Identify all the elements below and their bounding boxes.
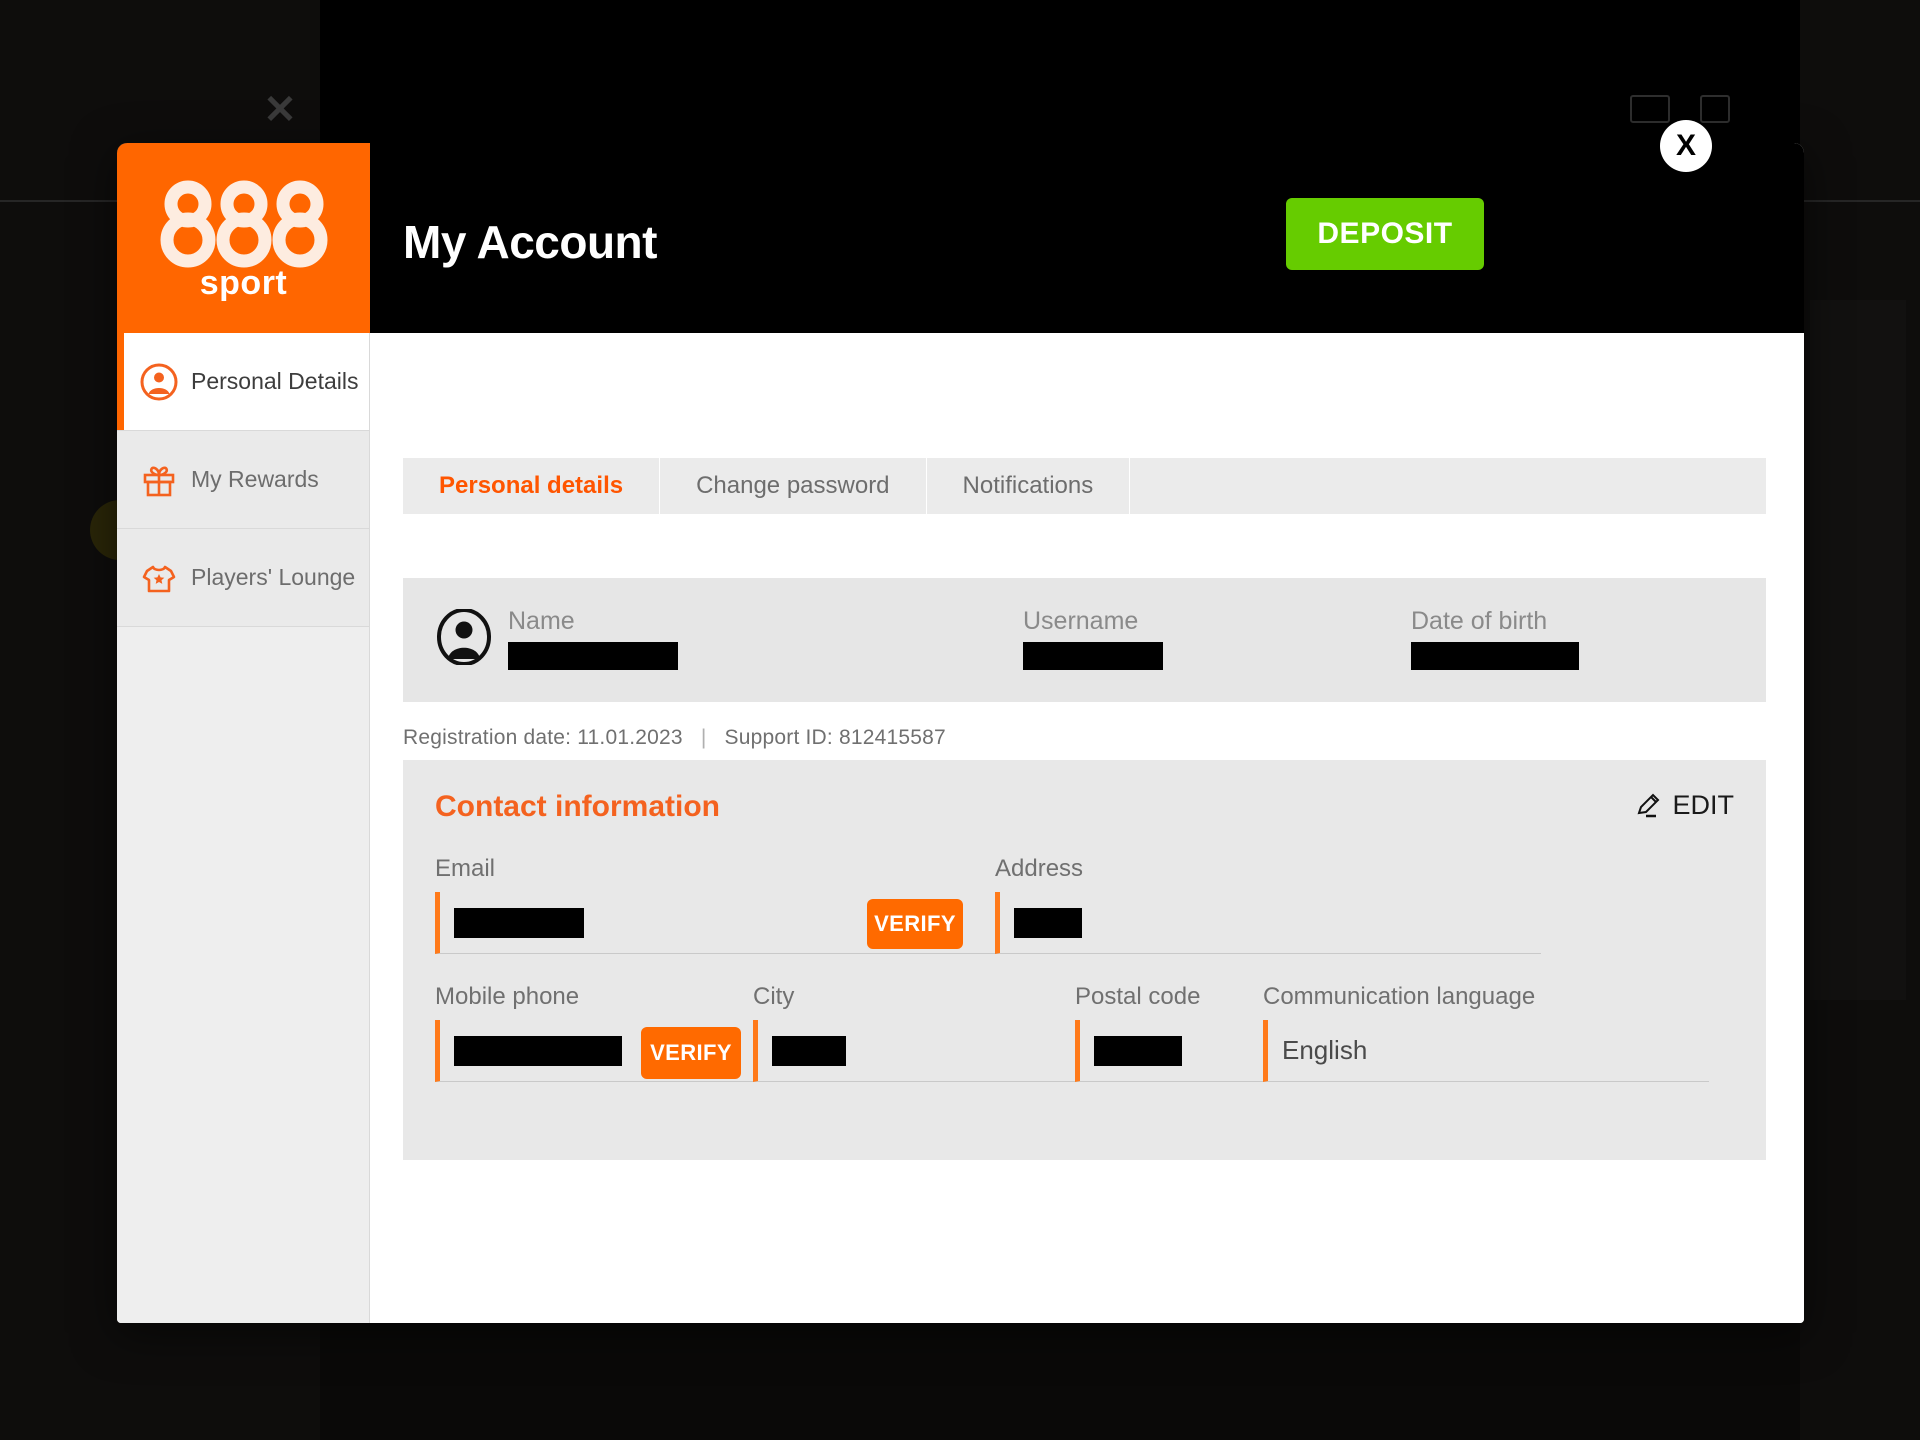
- support-id: Support ID: 812415587: [724, 726, 946, 749]
- field-value-redacted: [454, 907, 584, 938]
- tab-bar: Personal details Change password Notific…: [403, 458, 1766, 514]
- verify-email-button[interactable]: VERIFY: [867, 899, 963, 949]
- tab-bar-filler: [1130, 458, 1766, 514]
- avatar-icon: [437, 609, 491, 665]
- city-input[interactable]: [753, 1020, 1075, 1082]
- field-value: English: [1282, 1035, 1368, 1065]
- sidebar-item-personal-details[interactable]: Personal Details: [117, 333, 369, 431]
- brand-sublabel: sport: [199, 263, 288, 302]
- modal-header: sport My Account DEPOSIT: [117, 143, 1804, 333]
- verify-phone-button[interactable]: VERIFY: [641, 1027, 741, 1079]
- edit-label: EDIT: [1672, 790, 1734, 820]
- profile-field-label: Username: [1023, 607, 1139, 635]
- registration-date: Registration date: 11.01.2023: [403, 726, 683, 749]
- address-input[interactable]: [995, 892, 1541, 954]
- profile-field-value-redacted: [508, 642, 678, 670]
- my-account-modal: sport My Account DEPOSIT Personal Detail…: [117, 143, 1804, 1323]
- jersey-icon: [139, 558, 181, 598]
- registration-info: Registration date: 11.01.2023 | Support …: [403, 726, 946, 750]
- profile-summary-card: Name Username Date of birth: [403, 578, 1766, 702]
- tab-change-password[interactable]: Change password: [660, 458, 927, 514]
- background-right-panel: [1810, 300, 1906, 1000]
- contact-information-card: Contact information EDIT Email VERIFY Ad…: [403, 760, 1766, 1160]
- sidebar-item-label: Players' Lounge: [191, 564, 356, 590]
- background-icon-right: [1700, 95, 1730, 123]
- field-email: Email VERIFY: [435, 855, 995, 954]
- postal-code-input[interactable]: [1075, 1020, 1263, 1082]
- field-value-redacted: [1014, 907, 1082, 938]
- field-value-redacted: [772, 1035, 846, 1066]
- tab-notifications[interactable]: Notifications: [927, 458, 1131, 514]
- field-label: Postal code: [1075, 983, 1201, 1010]
- user-circle-icon: [139, 362, 181, 402]
- profile-field-label: Name: [508, 607, 575, 635]
- field-communication-language: Communication language English: [1263, 983, 1709, 1082]
- 888-logo-icon: [160, 180, 327, 267]
- background-close-icon[interactable]: ✕: [258, 88, 302, 132]
- field-city: City: [753, 983, 1075, 1082]
- communication-language-input[interactable]: English: [1263, 1020, 1709, 1082]
- profile-field-date-of-birth: Date of birth: [1411, 607, 1579, 670]
- edit-button[interactable]: EDIT: [1633, 790, 1734, 821]
- close-modal-button[interactable]: X: [1660, 120, 1712, 172]
- content-area: Personal details Change password Notific…: [370, 333, 1804, 1323]
- profile-field-name: Name: [508, 607, 678, 670]
- field-label: City: [753, 983, 795, 1010]
- field-mobile-phone: Mobile phone VERIFY: [435, 983, 753, 1082]
- sidebar-item-my-rewards[interactable]: My Rewards: [117, 431, 369, 529]
- pencil-icon: [1638, 793, 1660, 817]
- tab-personal-details[interactable]: Personal details: [403, 458, 661, 514]
- field-label: Email: [435, 855, 496, 882]
- gift-icon: [139, 460, 181, 500]
- deposit-button[interactable]: DEPOSIT: [1286, 198, 1484, 270]
- profile-field-label: Date of birth: [1411, 607, 1548, 635]
- field-label: Address: [995, 855, 1084, 882]
- sidebar: Personal Details My Rewards Players' Lou…: [117, 333, 370, 1323]
- field-address: Address: [995, 855, 1541, 954]
- field-postal-code: Postal code: [1075, 983, 1263, 1082]
- sidebar-item-players-lounge[interactable]: Players' Lounge: [117, 529, 369, 627]
- background-icon-left: [1630, 95, 1670, 123]
- field-value-redacted: [454, 1035, 622, 1066]
- field-label: Communication language: [1263, 983, 1536, 1010]
- sidebar-item-label: Personal Details: [191, 368, 359, 394]
- profile-field-value-redacted: [1023, 642, 1163, 670]
- field-label: Mobile phone: [435, 983, 580, 1010]
- profile-field-username: Username: [1023, 607, 1163, 670]
- registration-separator: |: [700, 726, 707, 749]
- profile-field-value-redacted: [1411, 642, 1579, 670]
- field-value-redacted: [1094, 1035, 1182, 1066]
- sidebar-item-label: My Rewards: [191, 466, 319, 492]
- brand-logo: sport: [117, 143, 370, 333]
- contact-section-title: Contact information: [435, 790, 720, 823]
- page-title: My Account: [403, 216, 657, 268]
